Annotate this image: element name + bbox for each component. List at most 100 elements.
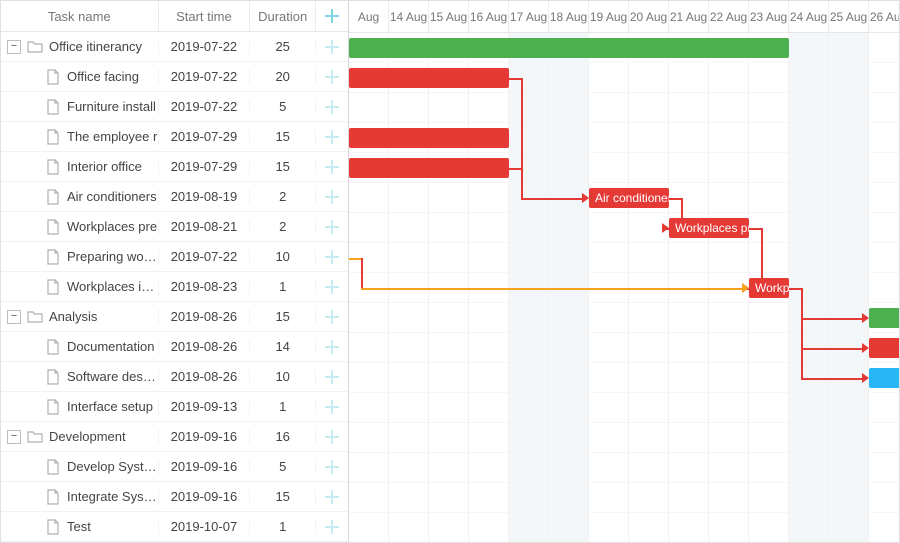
add-task-button[interactable] <box>316 100 348 114</box>
grid-row[interactable]: Integrate System2019-09-1615 <box>1 482 348 512</box>
add-task-button[interactable] <box>316 430 348 444</box>
grid-row[interactable]: The employee r2019-07-2915 <box>1 122 348 152</box>
duration-cell[interactable]: 16 <box>250 429 316 444</box>
grid-row[interactable]: Develop System2019-09-165 <box>1 452 348 482</box>
task-name-cell[interactable]: Workplaces pre <box>67 219 158 234</box>
task-name-cell[interactable]: Develop System <box>67 459 158 474</box>
start-date-cell[interactable]: 2019-10-07 <box>159 519 251 534</box>
duration-cell[interactable]: 10 <box>250 369 316 384</box>
task-name-cell[interactable]: Preparing workp <box>67 249 158 264</box>
add-task-button[interactable] <box>316 340 348 354</box>
start-date-cell[interactable]: 2019-07-22 <box>159 39 251 54</box>
task-name-cell[interactable]: Office itinerancy <box>49 39 158 54</box>
col-header-start[interactable]: Start time <box>159 1 251 31</box>
add-task-button[interactable] <box>316 190 348 204</box>
add-task-button[interactable] <box>316 310 348 324</box>
gantt-bar[interactable] <box>869 308 899 328</box>
duration-cell[interactable]: 25 <box>250 39 316 54</box>
duration-cell[interactable]: 10 <box>250 249 316 264</box>
grid-row[interactable]: Interior office2019-07-2915 <box>1 152 348 182</box>
start-date-cell[interactable]: 2019-09-13 <box>159 399 251 414</box>
start-date-cell[interactable]: 2019-07-22 <box>159 249 251 264</box>
task-name-cell[interactable]: Furniture install <box>67 99 158 114</box>
add-task-button[interactable] <box>316 520 348 534</box>
duration-cell[interactable]: 1 <box>250 279 316 294</box>
start-date-cell[interactable]: 2019-07-22 <box>159 69 251 84</box>
gantt-bar[interactable] <box>869 368 899 388</box>
duration-cell[interactable]: 1 <box>250 399 316 414</box>
task-name-cell[interactable]: Software design <box>67 369 158 384</box>
gantt-bar[interactable] <box>349 158 509 178</box>
duration-cell[interactable]: 15 <box>250 309 316 324</box>
grid-row[interactable]: Furniture install2019-07-225 <box>1 92 348 122</box>
grid-row[interactable]: Documentation2019-08-2614 <box>1 332 348 362</box>
grid-row[interactable]: Software design2019-08-2610 <box>1 362 348 392</box>
task-name-cell[interactable]: The employee r <box>67 129 158 144</box>
add-task-button[interactable] <box>316 40 348 54</box>
expander-icon[interactable]: − <box>7 310 21 324</box>
chart-body[interactable]: Air conditionersWorkplaces pr Workpl <box>349 33 899 542</box>
grid-row[interactable]: Interface setup2019-09-131 <box>1 392 348 422</box>
start-date-cell[interactable]: 2019-08-26 <box>159 309 251 324</box>
add-task-button[interactable] <box>316 280 348 294</box>
col-header-duration[interactable]: Duration <box>250 1 316 31</box>
add-task-button[interactable] <box>316 460 348 474</box>
add-task-button[interactable] <box>316 220 348 234</box>
expander-icon[interactable]: − <box>7 40 21 54</box>
add-task-button[interactable] <box>316 490 348 504</box>
duration-cell[interactable]: 15 <box>250 129 316 144</box>
duration-cell[interactable]: 14 <box>250 339 316 354</box>
duration-cell[interactable]: 20 <box>250 69 316 84</box>
chart-panel[interactable]: Aug14 Aug15 Aug16 Aug17 Aug18 Aug19 Aug2… <box>349 1 899 542</box>
grid-row[interactable]: Office facing2019-07-2220 <box>1 62 348 92</box>
task-name-cell[interactable]: Air conditioners <box>67 189 158 204</box>
start-date-cell[interactable]: 2019-07-22 <box>159 99 251 114</box>
task-name-cell[interactable]: Analysis <box>49 309 158 324</box>
start-date-cell[interactable]: 2019-07-29 <box>159 129 251 144</box>
gantt-bar[interactable] <box>869 338 899 358</box>
grid-row[interactable]: Preparing workp2019-07-2210 <box>1 242 348 272</box>
task-name-cell[interactable]: Workplaces imp <box>67 279 158 294</box>
gantt-bar[interactable] <box>349 38 789 58</box>
gantt-bar[interactable] <box>349 68 509 88</box>
start-date-cell[interactable]: 2019-08-19 <box>159 189 251 204</box>
col-header-task[interactable]: Task name <box>1 1 159 31</box>
task-name-cell[interactable]: Integrate System <box>67 489 158 504</box>
grid-row[interactable]: −Development2019-09-1616 <box>1 422 348 452</box>
add-task-button[interactable] <box>316 160 348 174</box>
gantt-bar[interactable]: Air conditioners <box>589 188 669 208</box>
start-date-cell[interactable]: 2019-09-16 <box>159 489 251 504</box>
task-name-cell[interactable]: Documentation <box>67 339 158 354</box>
gantt-bar[interactable]: Workpl <box>749 278 789 298</box>
task-name-cell[interactable]: Interior office <box>67 159 158 174</box>
add-task-button[interactable] <box>316 400 348 414</box>
start-date-cell[interactable]: 2019-08-26 <box>159 369 251 384</box>
duration-cell[interactable]: 15 <box>250 159 316 174</box>
add-task-button[interactable] <box>316 250 348 264</box>
start-date-cell[interactable]: 2019-07-29 <box>159 159 251 174</box>
grid-row[interactable]: Workplaces imp2019-08-231 <box>1 272 348 302</box>
grid-row[interactable]: − Office itinerancy2019-07-2225 <box>1 32 348 62</box>
duration-cell[interactable]: 2 <box>250 219 316 234</box>
add-task-button[interactable] <box>316 130 348 144</box>
start-date-cell[interactable]: 2019-08-21 <box>159 219 251 234</box>
duration-cell[interactable]: 2 <box>250 189 316 204</box>
grid-row[interactable]: − Analysis2019-08-2615 <box>1 302 348 332</box>
task-name-cell[interactable]: Office facing <box>67 69 158 84</box>
gantt-bar[interactable] <box>349 128 509 148</box>
task-name-cell[interactable]: Development <box>49 429 158 444</box>
duration-cell[interactable]: 5 <box>250 459 316 474</box>
start-date-cell[interactable]: 2019-08-26 <box>159 339 251 354</box>
grid-row[interactable]: Workplaces pre2019-08-212 <box>1 212 348 242</box>
gantt-bar[interactable]: Workplaces pr <box>669 218 749 238</box>
task-name-cell[interactable]: Interface setup <box>67 399 158 414</box>
duration-cell[interactable]: 1 <box>250 519 316 534</box>
task-name-cell[interactable]: Test <box>67 519 158 534</box>
add-task-button[interactable] <box>316 370 348 384</box>
duration-cell[interactable]: 15 <box>250 489 316 504</box>
expander-icon[interactable]: − <box>7 430 21 444</box>
grid-row[interactable]: Test2019-10-071 <box>1 512 348 542</box>
duration-cell[interactable]: 5 <box>250 99 316 114</box>
grid-row[interactable]: Air conditioners2019-08-192 <box>1 182 348 212</box>
start-date-cell[interactable]: 2019-09-16 <box>159 459 251 474</box>
